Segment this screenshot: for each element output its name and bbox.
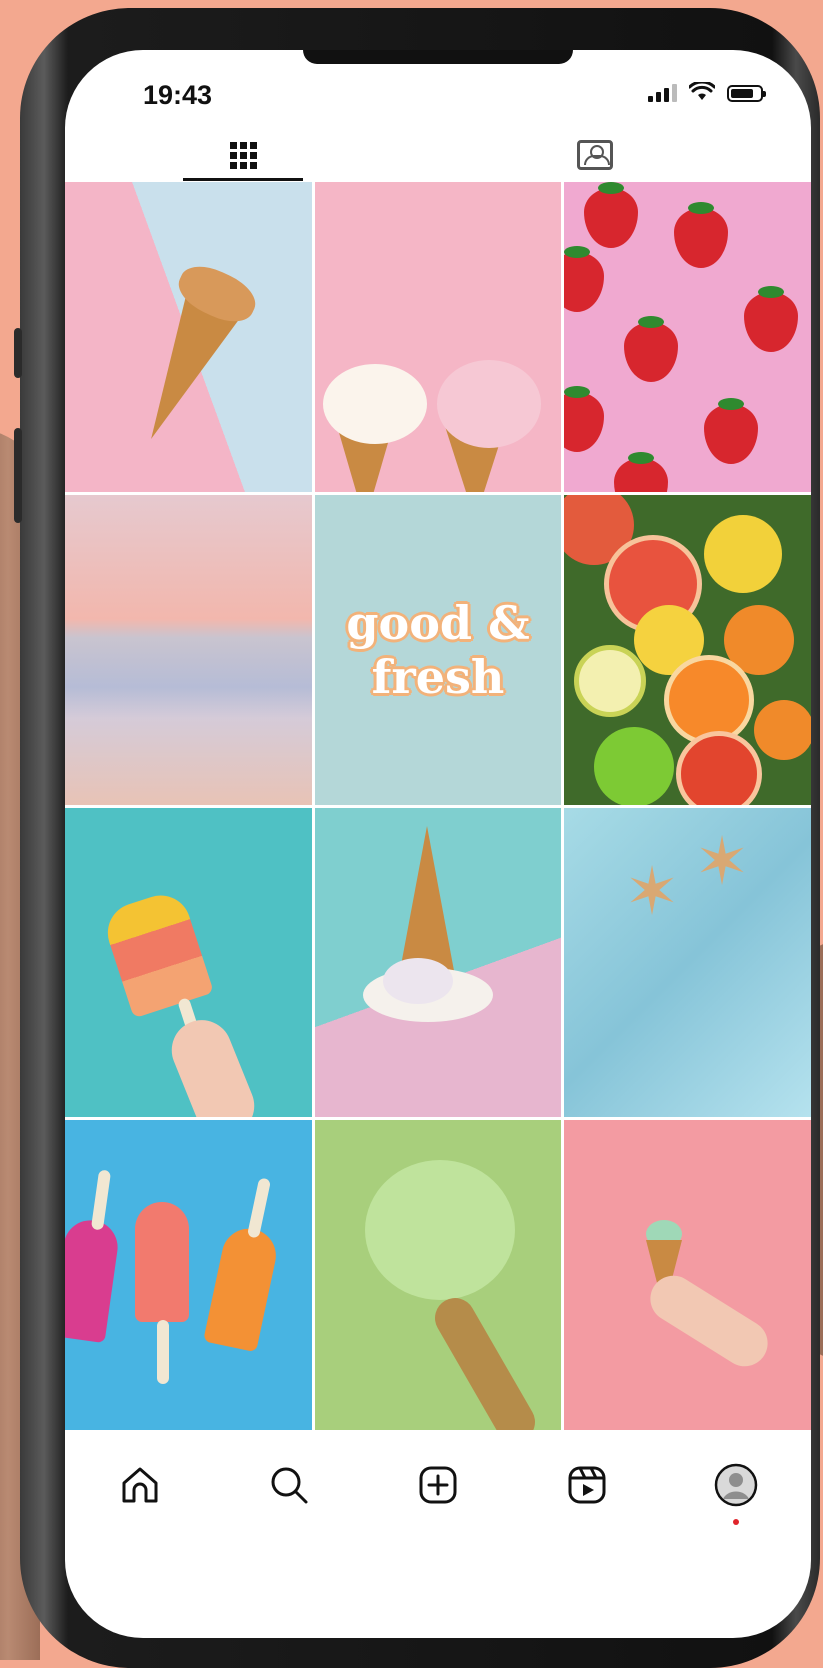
post-tile[interactable] — [564, 494, 811, 805]
volume-up-button — [14, 428, 22, 523]
nav-home[interactable] — [110, 1455, 170, 1515]
phone-screen: 19:43 good & fresh ✶ ✶ — [65, 50, 811, 1638]
nav-create[interactable] — [408, 1455, 468, 1515]
tagged-person-icon — [577, 140, 613, 170]
tab-tagged[interactable] — [535, 132, 655, 178]
post-tile-quote[interactable]: good & fresh — [314, 494, 562, 805]
post-tile[interactable] — [564, 1120, 811, 1430]
post-tile[interactable] — [65, 1120, 312, 1430]
tab-posts-grid[interactable] — [183, 132, 303, 181]
post-tile[interactable] — [314, 182, 562, 492]
status-icons — [648, 82, 766, 102]
signal-icon — [648, 84, 677, 102]
battery-icon — [727, 85, 766, 102]
post-tile[interactable] — [314, 807, 562, 1118]
post-tile[interactable] — [65, 494, 312, 805]
nav-profile[interactable] — [706, 1455, 766, 1525]
post-tile[interactable]: ✶ ✶ — [564, 807, 811, 1118]
posts-grid: good & fresh ✶ ✶ — [65, 182, 811, 1430]
phone-frame: 19:43 good & fresh ✶ ✶ — [14, 8, 820, 1668]
nav-search[interactable] — [259, 1455, 319, 1515]
status-time: 19:43 — [143, 80, 213, 110]
post-tile[interactable] — [65, 182, 312, 492]
notch — [303, 50, 573, 64]
plus-square-icon — [419, 1466, 457, 1504]
avatar-icon — [715, 1463, 758, 1507]
post-tile[interactable] — [564, 182, 811, 492]
notification-dot — [733, 1519, 740, 1525]
search-icon — [271, 1467, 308, 1504]
mute-switch — [14, 328, 22, 378]
post-tile[interactable] — [314, 1120, 562, 1430]
wifi-icon — [689, 82, 715, 100]
quote-text: good & fresh — [346, 595, 530, 704]
bottom-nav — [65, 1430, 811, 1540]
profile-tabs — [65, 132, 811, 182]
home-icon — [122, 1467, 158, 1503]
reels-icon — [568, 1466, 606, 1504]
grid-icon — [229, 141, 257, 169]
post-tile[interactable] — [65, 807, 312, 1118]
nav-reels[interactable] — [557, 1455, 617, 1515]
